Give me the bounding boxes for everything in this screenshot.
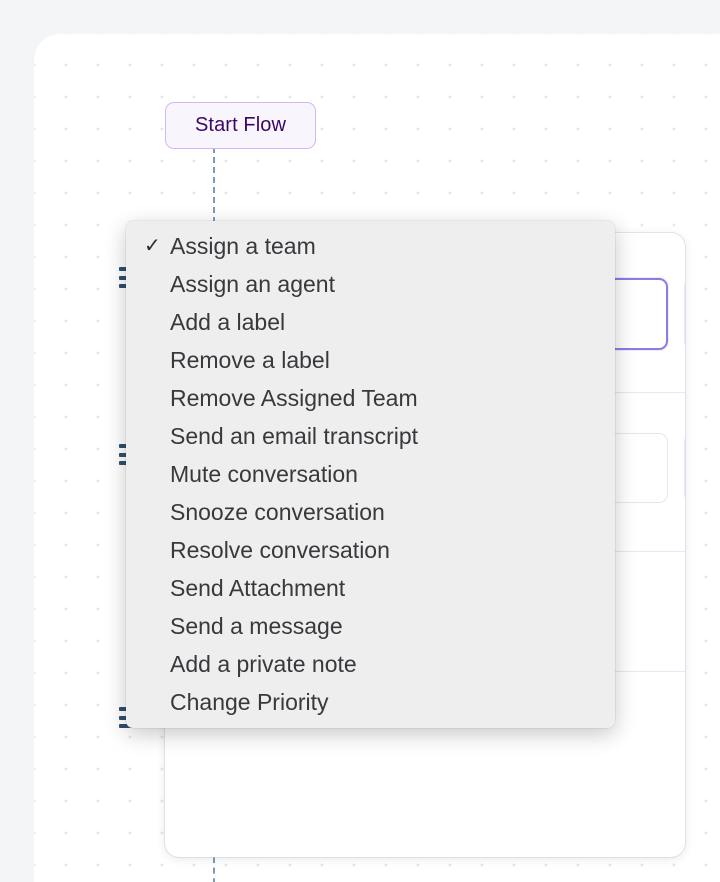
dropdown-item-label: Remove Assigned Team — [170, 384, 418, 411]
dropdown-item[interactable]: ✓Remove a label — [126, 341, 615, 379]
dropdown-item-label: Mute conversation — [170, 460, 358, 487]
dropdown-item-label: Snooze conversation — [170, 498, 385, 525]
start-flow-label: Start Flow — [194, 114, 287, 136]
dropdown-item-label: Add a label — [170, 308, 286, 335]
dropdown-item-label: Send an email transcript — [170, 422, 419, 449]
dropdown-item-label: Assign an agent — [170, 270, 335, 297]
dropdown-item[interactable]: ✓Send a message — [126, 607, 615, 645]
dropdown-item[interactable]: ✓Snooze conversation — [126, 493, 615, 531]
dropdown-item-label: Send Attachment — [170, 574, 346, 601]
flow-builder-screen: Start Flow cust ma — [0, 0, 720, 882]
dropdown-item-label: Add a private note — [170, 650, 357, 677]
dropdown-item[interactable]: ✓Assign an agent — [126, 265, 615, 303]
dropdown-item-label: Assign a team — [170, 232, 316, 259]
dropdown-item[interactable]: ✓ Assign a team — [126, 227, 615, 265]
connector-action-to-next — [213, 857, 215, 882]
dropdown-item[interactable]: ✓Remove Assigned Team — [126, 379, 615, 417]
check-icon: ✓ — [144, 235, 161, 257]
dropdown-item-label: Resolve conversation — [170, 536, 390, 563]
dropdown-item[interactable]: ✓Add a private note — [126, 645, 615, 683]
dropdown-item[interactable]: ✓Resolve conversation — [126, 531, 615, 569]
dropdown-item[interactable]: ✓Add a label — [126, 303, 615, 341]
action-value-input-1[interactable]: cust — [684, 278, 685, 350]
dropdown-item[interactable]: ✓Send Attachment — [126, 569, 615, 607]
dropdown-item[interactable]: ✓Send an email transcript — [126, 417, 615, 455]
dropdown-item-label: Remove a label — [170, 346, 330, 373]
action-value-input-2[interactable]: ma — [684, 433, 685, 503]
start-flow-node[interactable]: Start Flow — [165, 102, 316, 149]
action-type-dropdown-menu[interactable]: ✓ Assign a team ✓Assign an agent✓Add a lab… — [126, 221, 615, 728]
dropdown-item[interactable]: ✓Change Priority — [126, 683, 615, 721]
dropdown-item[interactable]: ✓Mute conversation — [126, 455, 615, 493]
dropdown-item-label: Change Priority — [170, 688, 329, 715]
dropdown-item-label: Send a message — [170, 612, 343, 639]
